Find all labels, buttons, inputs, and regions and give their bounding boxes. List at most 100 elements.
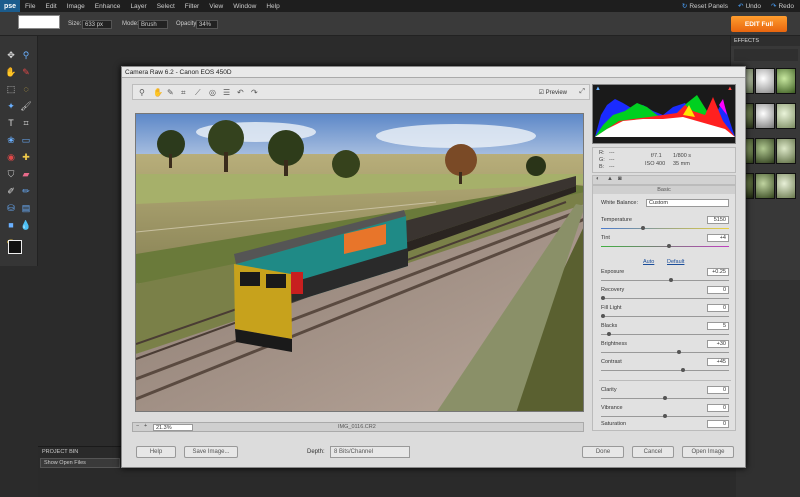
vibrance-knob[interactable] [663,414,667,418]
exposure-value[interactable]: +0.25 [707,268,729,276]
default-link[interactable]: Default [667,259,684,265]
zoom-in-button[interactable]: + [144,423,147,429]
slider-temperature[interactable]: Temperature 5150 [601,216,729,230]
effect-thumbnail[interactable] [755,138,775,164]
zoom-tool-icon[interactable]: ⚲ [20,49,32,61]
temperature-knob[interactable] [641,226,645,230]
highlight-clipping-icon[interactable]: ▲ [727,86,733,92]
reset-panels-button[interactable]: ↻ Reset Panels [682,2,728,10]
menu-view[interactable]: View [204,3,228,10]
slider-exposure[interactable]: Exposure +0.25 [601,268,729,282]
healing-brush-tool-icon[interactable]: ✚ [20,151,32,163]
zoom-icon[interactable]: ⚲ [139,88,145,97]
blacks-knob[interactable] [607,332,611,336]
gradient-tool-icon[interactable]: ▤ [20,202,32,214]
brightness-track[interactable] [601,350,729,354]
depth-select[interactable]: 8 Bits/Channel [330,446,410,458]
slider-fill-light[interactable]: Fill Light 0 [601,304,729,318]
blur-tool-icon[interactable]: 💧 [20,219,32,231]
slider-saturation[interactable]: Saturation 0 [601,420,729,428]
effects-tabs[interactable] [734,49,798,61]
fill-light-knob[interactable] [601,314,605,318]
blacks-value[interactable]: 5 [707,322,729,330]
slider-recovery[interactable]: Recovery 0 [601,286,729,300]
straighten-icon[interactable]: ⟋ [195,88,201,98]
cancel-button[interactable]: Cancel [632,446,674,458]
fill-light-value[interactable]: 0 [707,304,729,312]
exposure-knob[interactable] [669,278,673,282]
preferences-icon[interactable]: ☰ [223,88,230,97]
tint-knob[interactable] [667,244,671,248]
mode-select[interactable]: Brush [138,20,168,29]
slider-vibrance[interactable]: Vibrance 0 [601,404,729,418]
shadow-clipping-icon[interactable]: ▲ [595,86,601,92]
hand-icon[interactable]: ✋ [153,88,163,97]
vibrance-track[interactable] [601,414,729,418]
tint-value[interactable]: +4 [707,234,729,242]
move-tool-icon[interactable]: ✥ [5,49,17,61]
clone-stamp-tool-icon[interactable]: ⛉ [5,168,17,180]
fill-light-track[interactable] [601,314,729,318]
lasso-tool-icon[interactable]: ◌ [20,83,32,95]
help-button[interactable]: Help [136,446,176,458]
auto-link[interactable]: Auto [643,259,654,265]
undo-button[interactable]: ↶ Undo [738,2,761,10]
red-eye-tool-icon[interactable]: ◉ [5,151,17,163]
edit-full-button[interactable]: EDIT Full [731,16,787,32]
type-tool-icon[interactable]: T [5,117,17,129]
eraser-tool-icon[interactable]: ▰ [20,168,32,180]
marquee-tool-icon[interactable]: ⬚ [5,83,17,95]
selection-brush-tool-icon[interactable]: 🖌 [20,100,32,112]
menu-file[interactable]: File [20,3,40,10]
white-balance-select[interactable]: Custom [646,199,729,207]
red-eye-icon[interactable]: ◎ [209,88,216,97]
zoom-level-select[interactable]: 21.3% [153,424,193,431]
slider-brightness[interactable]: Brightness +30 [601,340,729,354]
recovery-track[interactable] [601,296,729,300]
shape-tool-icon[interactable]: ■ [5,219,17,231]
straighten-tool-icon[interactable]: ▭ [20,134,32,146]
brightness-knob[interactable] [677,350,681,354]
cookie-cutter-tool-icon[interactable]: ❀ [5,134,17,146]
slider-tint[interactable]: Tint +4 [601,234,729,248]
menu-enhance[interactable]: Enhance [90,3,126,10]
redo-button[interactable]: ↷ Redo [771,2,794,10]
rotate-right-icon[interactable]: ↷ [251,88,258,97]
done-button[interactable]: Done [582,446,624,458]
recovery-knob[interactable] [601,296,605,300]
exposure-track[interactable] [601,278,729,282]
temperature-track[interactable] [601,226,729,230]
project-bin-select[interactable]: Show Open Files [40,458,120,468]
detail-tab-icon[interactable]: ▲ [607,176,613,182]
saturation-value[interactable]: 0 [707,420,729,428]
clarity-knob[interactable] [663,396,667,400]
open-image-button[interactable]: Open Image [682,446,734,458]
fullscreen-icon[interactable]: ⤢ [579,88,585,96]
slider-blacks[interactable]: Blacks 5 [601,322,729,336]
effect-thumbnail[interactable] [755,173,775,199]
hand-tool-icon[interactable]: ✋ [5,66,17,78]
foreground-color-swatch[interactable] [8,240,22,254]
preview-checkbox[interactable]: ☑ Preview [539,89,567,96]
paint-bucket-tool-icon[interactable]: ⛁ [5,202,17,214]
contrast-knob[interactable] [681,368,685,372]
blacks-track[interactable] [601,332,729,336]
brightness-value[interactable]: +30 [707,340,729,348]
effect-thumbnail[interactable] [776,173,796,199]
rotate-left-icon[interactable]: ↶ [237,88,244,97]
effect-thumbnail[interactable] [776,68,796,94]
image-preview[interactable] [135,113,584,412]
effect-thumbnail[interactable] [776,138,796,164]
opacity-field[interactable]: 34% [196,20,218,29]
effect-thumbnail[interactable] [755,103,775,129]
save-image-button[interactable]: Save Image... [184,446,238,458]
contrast-track[interactable] [601,368,729,372]
temperature-value[interactable]: 5150 [707,216,729,224]
magic-wand-tool-icon[interactable]: ✦ [5,100,17,112]
clarity-track[interactable] [601,396,729,400]
white-balance-icon[interactable]: ✎ [167,88,174,97]
clarity-value[interactable]: 0 [707,386,729,394]
zoom-out-button[interactable]: − [136,423,139,429]
basic-tab-icon[interactable]: ◐ [596,176,600,182]
tint-track[interactable] [601,244,729,248]
